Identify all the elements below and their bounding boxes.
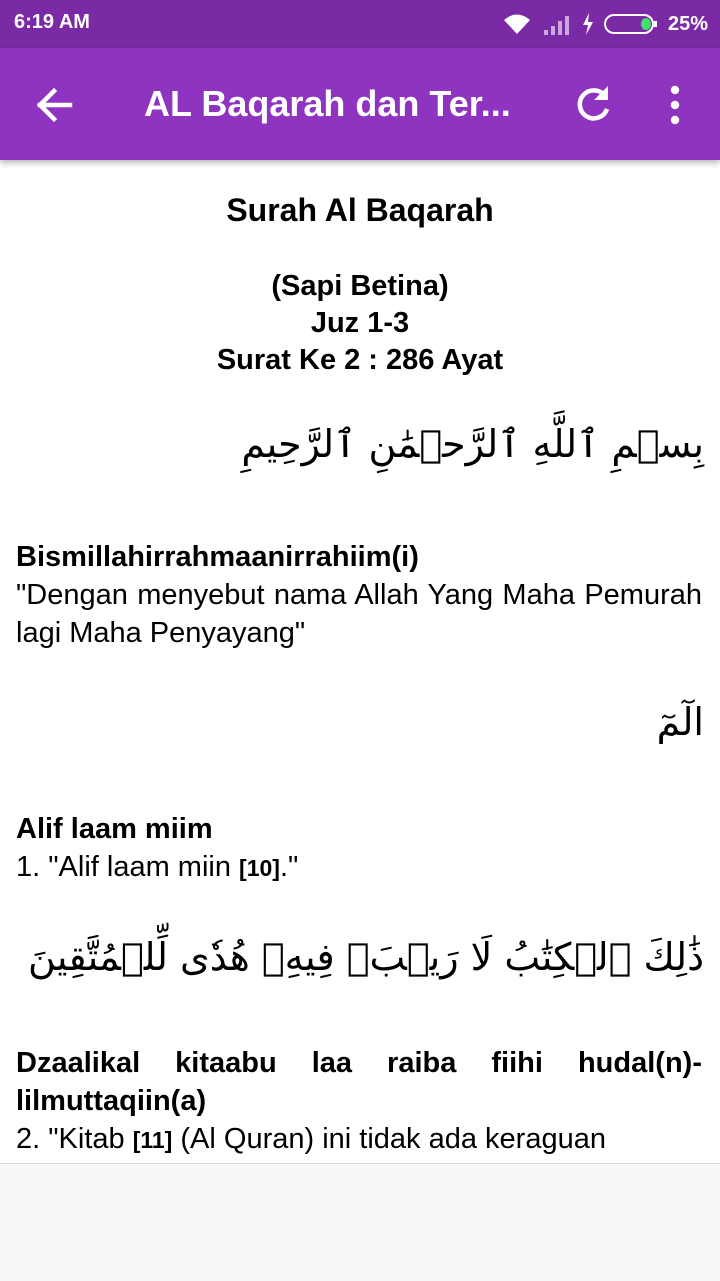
- more-vert-icon: [670, 85, 680, 125]
- back-arrow-icon: [36, 87, 73, 123]
- verse-translation: 1. "Alif laam miin [10].": [16, 848, 702, 887]
- surah-title: Surah Al Baqarah: [226, 192, 494, 228]
- battery-percent: 25%: [667, 12, 708, 35]
- verse-latin: Alif laam miim: [16, 813, 213, 845]
- footnote-link[interactable]: [10]: [239, 855, 280, 881]
- surah-juz: Juz 1-3: [310, 307, 410, 339]
- app-bar: AL Baqarah dan Ter...: [0, 48, 720, 160]
- refresh-icon: [577, 86, 610, 121]
- footnote-link[interactable]: [11]: [133, 1127, 173, 1153]
- battery-icon: [603, 14, 657, 34]
- verse-item: Bismillahirrahmaanirrahiim(i) "Dengan me…: [16, 538, 702, 652]
- surah-info: Surat Ke 2 : 286 Ayat: [216, 344, 504, 376]
- charging-icon: [582, 13, 593, 35]
- surah-subtitle: (Sapi Betina): [271, 270, 449, 302]
- verse-item: Dzaalikal kitaabu laa raiba fiihi hudal(…: [16, 1044, 702, 1159]
- verse-latin: Dzaalikal kitaabu laa raiba fiihi hudal(…: [16, 1047, 702, 1117]
- back-button[interactable]: [30, 80, 80, 130]
- translation-text: 2. "Kitab: [16, 1123, 133, 1155]
- signal-icon: [543, 16, 569, 35]
- refresh-button[interactable]: [570, 82, 616, 128]
- status-icons: 25%: [502, 10, 708, 38]
- verse-item: Alif laam miim 1. "Alif laam miin [10].": [16, 810, 702, 887]
- verse-latin: Bismillahirrahmaanirrahiim(i): [16, 541, 419, 573]
- translation-text: .": [279, 851, 299, 883]
- verse-arabic: الٓمٓ: [656, 700, 704, 744]
- verse-translation: "Dengan menyebut nama Allah Yang Maha Pe…: [16, 579, 702, 649]
- translation-text: (Al Quran) ini tidak ada keraguan: [172, 1123, 606, 1155]
- bottom-area: [0, 1163, 720, 1281]
- surah-meta: (Sapi Betina) Juz 1-3 Surat Ke 2 : 286 A…: [0, 268, 720, 379]
- status-time: 6:19 AM: [14, 11, 90, 33]
- verse-arabic: ذَٰلِكَ ٱلۡكِتَٰبُ لَا رَيۡبَۛ فِيهِۛ هُ…: [27, 935, 704, 979]
- verse-translation: 2. "Kitab [11] (Al Quran) ini tidak ada …: [16, 1120, 702, 1159]
- content-scroll[interactable]: Surah Al Baqarah (Sapi Betina) Juz 1-3 S…: [0, 160, 720, 1163]
- translation-text: 1. "Alif laam miin: [16, 851, 240, 883]
- verse-arabic: بِسۡمِ ٱللَّهِ ٱلرَّحۡمَٰنِ ٱلرَّحِيمِ: [241, 422, 704, 466]
- wifi-icon: [503, 14, 530, 34]
- more-options-button[interactable]: [660, 82, 690, 128]
- status-bar: 6:19 AM 25%: [0, 0, 720, 48]
- app-title: AL Baqarah dan Ter...: [144, 83, 511, 124]
